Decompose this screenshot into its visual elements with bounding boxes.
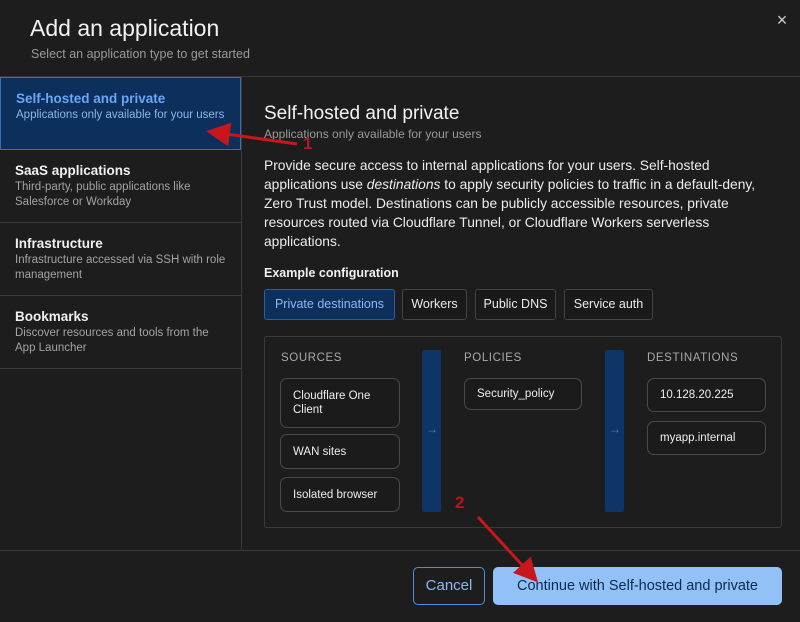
policies-header: POLICIES xyxy=(464,352,522,364)
annotation-label-1: 1 xyxy=(303,134,313,153)
destination-node: myapp.internal xyxy=(647,421,766,455)
continue-button[interactable]: Continue with Self-hosted and private xyxy=(493,567,782,605)
modal-title: Add an application xyxy=(30,15,220,41)
sidebar-item-saas[interactable]: SaaS applications Third-party, public ap… xyxy=(0,150,241,223)
source-node: Isolated browser xyxy=(280,477,400,512)
flow-connector: → xyxy=(605,350,624,512)
source-node: Cloudflare One Client xyxy=(280,378,400,428)
detail-subtitle: Applications only available for your use… xyxy=(264,127,482,141)
detail-description: Provide secure access to internal applic… xyxy=(264,156,774,251)
sidebar-item-bookmarks[interactable]: Bookmarks Discover resources and tools f… xyxy=(0,296,241,369)
example-config-label: Example configuration xyxy=(264,266,399,280)
sources-header: SOURCES xyxy=(281,352,343,364)
sidebar-item-self-hosted[interactable]: Self-hosted and private Applications onl… xyxy=(0,77,241,150)
sidebar-item-description: Applications only available for your use… xyxy=(16,109,225,121)
flow-connector: → xyxy=(422,350,441,512)
source-node: WAN sites xyxy=(280,434,400,469)
annotation-label-2: 2 xyxy=(455,493,465,512)
sidebar-item-label: SaaS applications xyxy=(15,163,131,178)
modal-subtitle: Select an application type to get starte… xyxy=(31,47,250,61)
cancel-button[interactable]: Cancel xyxy=(413,567,485,605)
tab-public-dns[interactable]: Public DNS xyxy=(475,289,556,320)
destination-node: 10.128.20.225 xyxy=(647,378,766,412)
sidebar-item-label: Self-hosted and private xyxy=(16,91,166,106)
tab-private-destinations[interactable]: Private destinations xyxy=(264,289,395,320)
arrow-right-icon: → xyxy=(609,422,621,436)
sidebar-item-description: Discover resources and tools from the Ap… xyxy=(15,327,209,354)
modal-header: Add an application Select an application… xyxy=(0,0,800,77)
app-type-sidebar: Self-hosted and private Applications onl… xyxy=(0,77,242,550)
description-emphasis: destinations xyxy=(366,177,441,192)
sidebar-item-label: Bookmarks xyxy=(15,309,89,324)
sidebar-item-label: Infrastructure xyxy=(15,236,103,251)
close-icon[interactable]: × xyxy=(772,10,792,30)
sidebar-item-infrastructure[interactable]: Infrastructure Infrastructure accessed v… xyxy=(0,223,241,296)
sidebar-item-description: Third-party, public applications like Sa… xyxy=(15,181,191,208)
policy-node: Security_policy xyxy=(464,378,582,410)
arrow-right-icon: → xyxy=(426,422,438,436)
sidebar-item-description: Infrastructure accessed via SSH with rol… xyxy=(15,254,226,281)
tab-service-auth[interactable]: Service auth xyxy=(564,289,653,320)
detail-title: Self-hosted and private xyxy=(264,103,460,124)
tab-workers[interactable]: Workers xyxy=(402,289,467,320)
config-diagram: SOURCES POLICIES DESTINATIONS Cloudflare… xyxy=(264,336,782,528)
destinations-header: DESTINATIONS xyxy=(647,352,739,364)
